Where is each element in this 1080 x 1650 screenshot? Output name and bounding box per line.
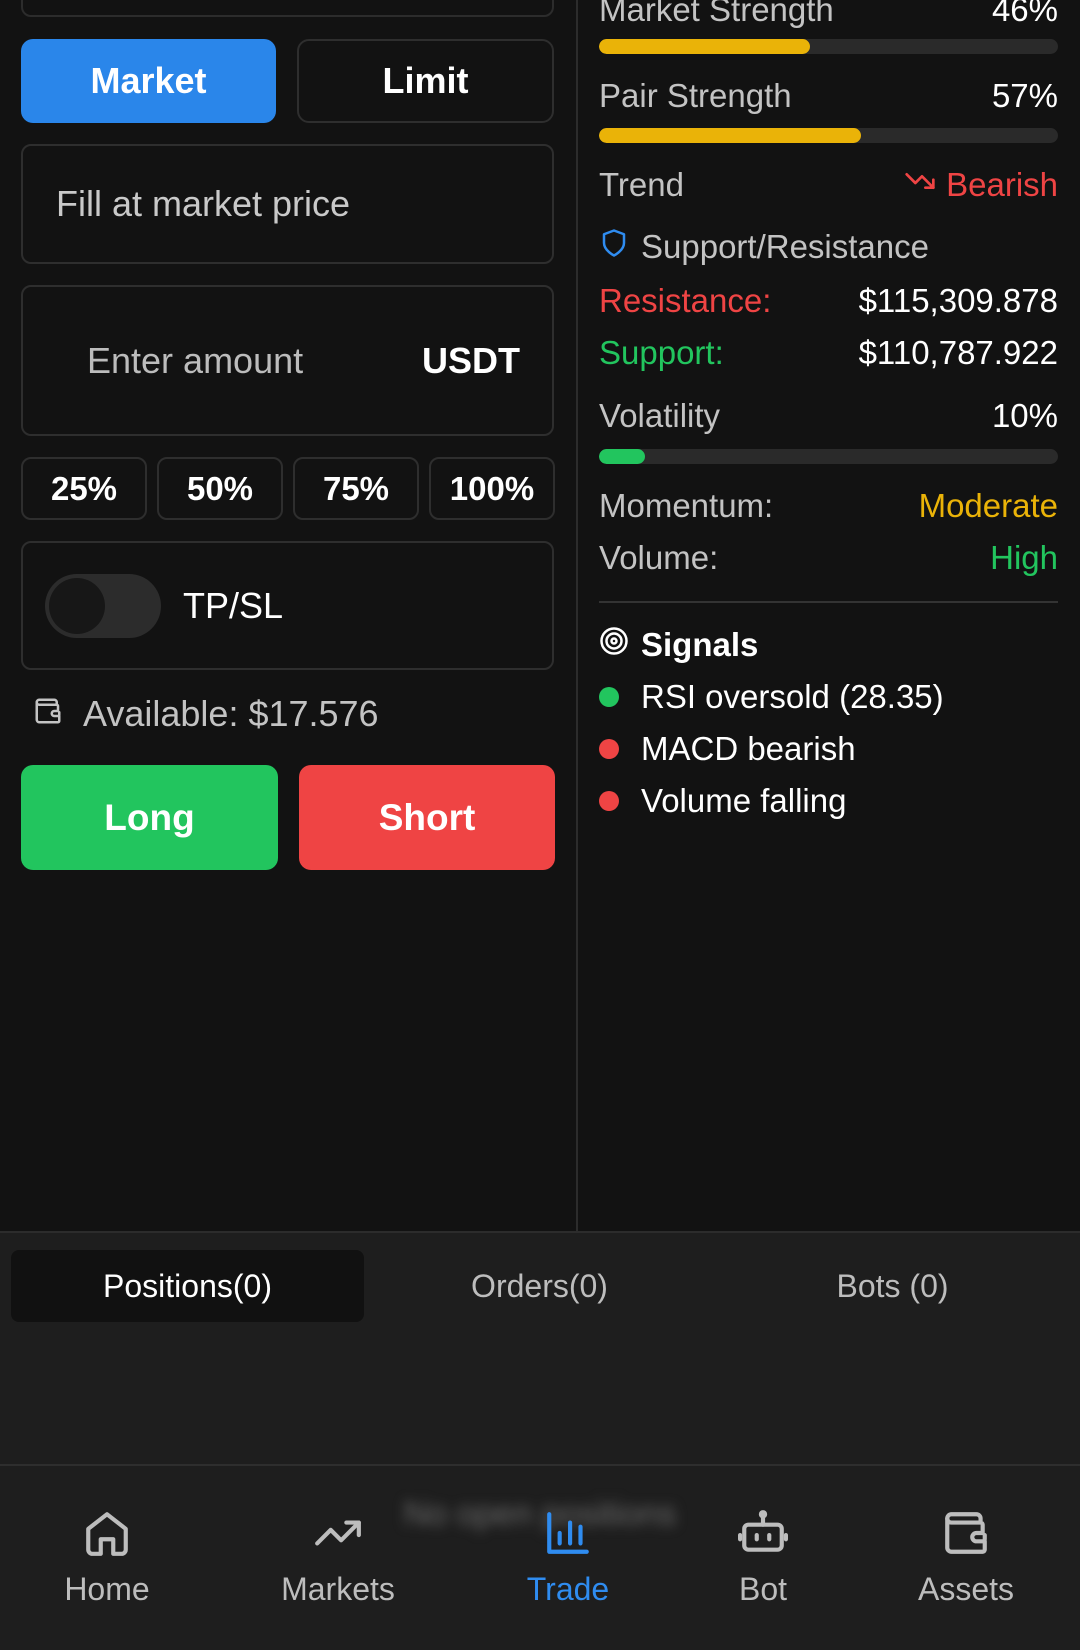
nav-divider bbox=[0, 1464, 1080, 1466]
signal-text: MACD bearish bbox=[641, 730, 856, 767]
tab-positions[interactable]: Positions(0) bbox=[11, 1250, 364, 1322]
nav-assets-label: Assets bbox=[917, 1571, 1015, 1607]
resistance-label: Resistance: bbox=[599, 282, 772, 319]
volatility-fill bbox=[599, 449, 645, 464]
trend-label: Trend bbox=[599, 166, 684, 203]
market-strength-bar bbox=[599, 39, 1058, 54]
nav-trade-label: Trade bbox=[526, 1571, 610, 1607]
signal-text: Volume falling bbox=[641, 782, 847, 819]
trend-value: Bearish bbox=[946, 166, 1058, 203]
pair-strength-value: 57% bbox=[991, 77, 1058, 114]
signals-title: Signals bbox=[641, 626, 759, 663]
short-button[interactable]: Short bbox=[299, 765, 555, 870]
market-strength-label: Market Strength bbox=[599, 0, 834, 28]
nav-home[interactable]: Home bbox=[17, 1505, 197, 1608]
market-order-button[interactable]: Market bbox=[21, 39, 276, 123]
volatility-value: 10% bbox=[991, 397, 1058, 434]
long-button[interactable]: Long bbox=[21, 765, 278, 870]
signal-dot bbox=[599, 739, 619, 759]
signal-item: MACD bearish bbox=[599, 730, 856, 768]
support-label: Support: bbox=[599, 334, 724, 371]
resistance-value: $115,309.878 bbox=[858, 282, 1058, 319]
trending-down-icon bbox=[904, 165, 936, 205]
price-field[interactable]: Fill at market price bbox=[21, 144, 554, 264]
toggle-knob bbox=[49, 577, 105, 634]
volume-value: High bbox=[990, 539, 1058, 576]
market-strength-value: 46% bbox=[991, 0, 1058, 28]
signal-dot bbox=[599, 791, 619, 811]
available-text: Available: $17.576 bbox=[83, 693, 379, 734]
momentum-label: Momentum: bbox=[599, 487, 774, 524]
bar-chart-icon bbox=[543, 1505, 593, 1561]
momentum-row: Momentum: Moderate bbox=[599, 486, 1058, 526]
robot-icon bbox=[738, 1505, 788, 1561]
percent-75-button[interactable]: 75% bbox=[293, 457, 419, 520]
pair-strength-label: Pair Strength bbox=[599, 77, 792, 114]
volatility-bar bbox=[599, 449, 1058, 464]
home-icon bbox=[82, 1505, 132, 1561]
volume-row: Volume: High bbox=[599, 538, 1058, 578]
market-strength-row: Market Strength 46% bbox=[599, 0, 1058, 30]
pair-strength-bar bbox=[599, 128, 1058, 143]
support-value: $110,787.922 bbox=[858, 334, 1058, 371]
signals-header: Signals bbox=[599, 626, 758, 664]
available-balance: Available: $17.576 bbox=[33, 693, 379, 735]
volume-label: Volume: bbox=[599, 539, 719, 576]
trend-row: Trend Bearish bbox=[599, 165, 1058, 205]
nav-markets[interactable]: Markets bbox=[248, 1505, 428, 1608]
pair-strength-row: Pair Strength 57% bbox=[599, 76, 1058, 116]
signal-item: Volume falling bbox=[599, 782, 846, 820]
nav-bot-label: Bot bbox=[738, 1571, 788, 1607]
pair-strength-fill bbox=[599, 128, 861, 143]
support-resistance-header: Support/Resistance bbox=[599, 228, 929, 266]
amount-field[interactable]: Enter amount USDT bbox=[21, 285, 554, 436]
percent-25-button[interactable]: 25% bbox=[21, 457, 147, 520]
signal-item: RSI oversold (28.35) bbox=[599, 678, 944, 716]
trend-indicator: Bearish bbox=[904, 165, 1058, 205]
tpsl-row: TP/SL bbox=[21, 541, 554, 670]
price-placeholder: Fill at market price bbox=[56, 183, 351, 224]
nav-assets[interactable]: Assets bbox=[876, 1505, 1056, 1608]
limit-order-button[interactable]: Limit bbox=[297, 39, 554, 123]
wallet-icon bbox=[941, 1505, 991, 1561]
trending-up-icon bbox=[311, 1505, 365, 1561]
wallet-icon bbox=[33, 693, 63, 735]
target-icon bbox=[599, 626, 629, 664]
market-strength-fill bbox=[599, 39, 811, 54]
percent-100-button[interactable]: 100% bbox=[429, 457, 555, 520]
nav-home-label: Home bbox=[64, 1571, 150, 1607]
volatility-label: Volatility bbox=[599, 397, 721, 434]
tab-bots[interactable]: Bots (0) bbox=[716, 1250, 1069, 1322]
nav-markets-label: Markets bbox=[281, 1571, 395, 1607]
shield-icon bbox=[599, 228, 629, 266]
momentum-value: Moderate bbox=[918, 487, 1058, 524]
support-resistance-title: Support/Resistance bbox=[641, 228, 929, 265]
previous-field-edge bbox=[21, 0, 554, 17]
nav-bot[interactable]: Bot bbox=[673, 1505, 853, 1608]
amount-unit: USDT bbox=[422, 339, 520, 381]
tab-orders[interactable]: Orders(0) bbox=[363, 1250, 716, 1322]
panel-divider bbox=[576, 0, 578, 1232]
signals-divider bbox=[599, 601, 1058, 603]
tpsl-label: TP/SL bbox=[183, 584, 284, 626]
tpsl-toggle[interactable] bbox=[45, 573, 161, 638]
percent-50-button[interactable]: 50% bbox=[157, 457, 283, 520]
resistance-row: Resistance: $115,309.878 bbox=[599, 281, 1058, 321]
support-row: Support: $110,787.922 bbox=[599, 333, 1058, 373]
volatility-row: Volatility 10% bbox=[599, 396, 1058, 436]
bottom-divider bbox=[0, 1231, 1080, 1233]
signal-dot bbox=[599, 687, 619, 707]
nav-trade[interactable]: Trade bbox=[478, 1505, 658, 1608]
signal-text: RSI oversold (28.35) bbox=[641, 678, 944, 715]
amount-placeholder: Enter amount bbox=[87, 339, 304, 381]
